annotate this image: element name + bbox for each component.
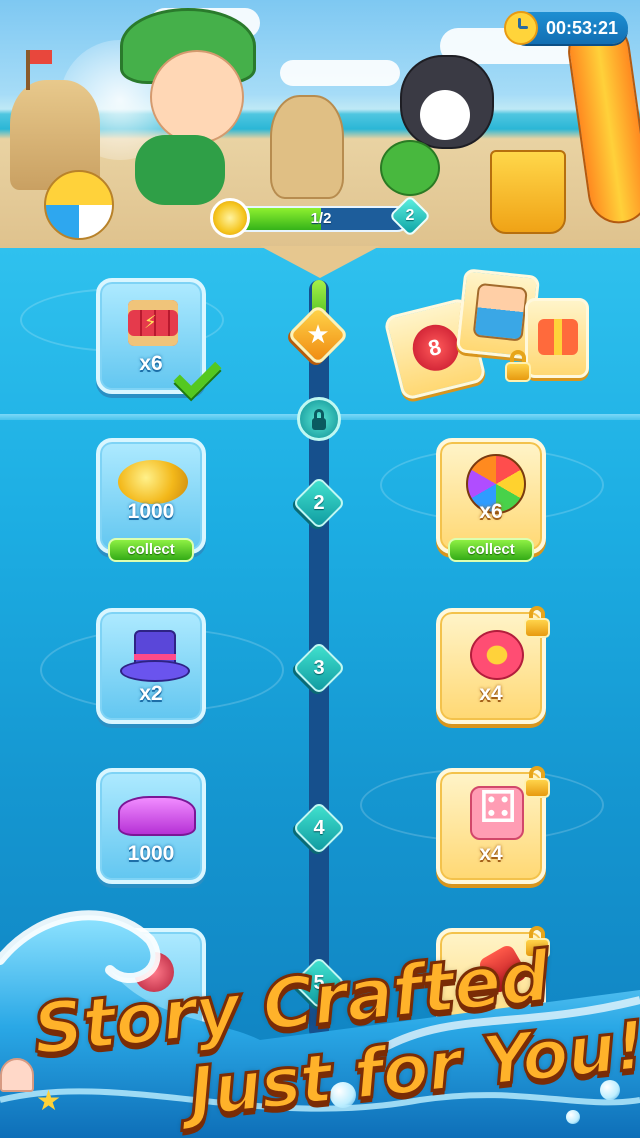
sand-figure: [270, 95, 344, 199]
dynamite-icon: [128, 300, 178, 346]
reward-card-magic-hat[interactable]: x2: [96, 608, 206, 724]
cloud: [280, 60, 400, 86]
collect-button[interactable]: collect: [448, 538, 534, 562]
lock-icon: [522, 766, 552, 798]
reward-quantity: x2: [139, 682, 163, 705]
collect-button[interactable]: collect: [108, 538, 194, 562]
lock-icon: [312, 418, 326, 430]
flower-booster-icon: [470, 630, 524, 680]
flag: [30, 50, 52, 64]
event-timer: 00:53:21: [504, 11, 628, 45]
timer-text: 00:53:21: [546, 17, 619, 38]
magic-hat-icon: [120, 630, 190, 682]
star-icon: ★: [306, 320, 330, 350]
starfish-icon: ★: [36, 1084, 62, 1117]
reward-card-rainbow-ball[interactable]: x6 collect: [436, 438, 546, 562]
gift-icon: [538, 319, 578, 355]
character-portrait: [472, 282, 528, 342]
boy-body: [135, 135, 225, 205]
gift-card-icon: [525, 298, 589, 378]
reward-quantity: x4: [479, 842, 503, 865]
stopwatch-icon: [504, 11, 538, 45]
reward-quantity: x4: [479, 682, 503, 705]
bubble: [566, 1110, 580, 1124]
track-node-label: 2: [313, 492, 325, 514]
lock-icon: [522, 606, 552, 638]
sand-notch: [260, 246, 380, 278]
medal-icon: [210, 198, 250, 238]
level-progress-bar: 1/2: [232, 206, 410, 232]
progress-label: 1/2: [310, 210, 332, 227]
reward-quantity: 1000: [127, 842, 175, 865]
track-node-label: 4: [313, 817, 325, 839]
boy-face: [150, 50, 244, 144]
track-node-label: 3: [313, 657, 325, 679]
reward-quantity: 1000: [127, 500, 175, 523]
coconut: [380, 140, 440, 196]
coins-icon: [118, 460, 188, 504]
reward-card-gems[interactable]: 1000: [96, 768, 206, 884]
reward-card-coins[interactable]: 1000 collect: [96, 438, 206, 562]
lock-icon: [503, 350, 533, 382]
reward-quantity: x6: [479, 500, 503, 523]
lock-node[interactable]: [297, 397, 341, 441]
dog-muzzle: [420, 90, 470, 140]
gems-icon: [118, 796, 196, 836]
seashell-icon: [0, 1058, 34, 1092]
beach-ball: [44, 170, 114, 240]
sand-bucket: [490, 150, 566, 234]
next-level-number: 2: [405, 207, 415, 224]
beach-banner: 00:53:21 1/2 2: [0, 0, 640, 248]
dice-icon: [470, 782, 524, 840]
surfboard: [564, 16, 640, 228]
